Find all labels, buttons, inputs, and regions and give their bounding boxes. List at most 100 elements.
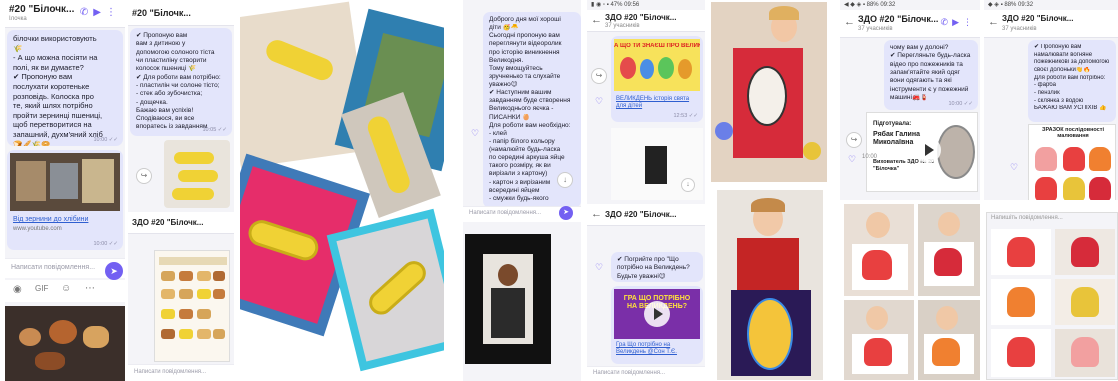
video-link-bubble[interactable]: ГРА ЩО ПОТРІБНО НА ВЕЛИКДЕНЬ? Гра Що пот…	[611, 286, 703, 364]
message-time: 10:00 ✓✓	[93, 240, 118, 247]
sample-title: ЗРАЗОК послідовності малювання	[1042, 127, 1104, 140]
video-message[interactable]: ↓	[611, 128, 703, 200]
like-icon[interactable]: ♡	[848, 154, 856, 165]
chat-title[interactable]: ЗДО #20 "Білочк...	[605, 13, 676, 22]
photo-girl-with-egg[interactable]	[711, 2, 827, 182]
chat-header: #20 "Білочк... Ілочка ✆▶⋮	[5, 0, 125, 28]
video-link-bubble[interactable]: А ЩО ТИ ЗНАЄШ ПРО ВЕЛИКДЕНЬ ВЕЛИКДЕНЬ іс…	[611, 36, 703, 122]
send-button[interactable]: ➤	[105, 262, 123, 280]
chat-screenshot-3: Доброго дня мої хороші діти 🥳🐣 Сьогодні …	[463, 0, 581, 381]
chat-screenshot-2: #20 "Білочк... ✔ Пропоную вам вам з дити…	[128, 0, 234, 381]
message-time: 10:00 ✓✓	[948, 100, 973, 107]
video-title-banner: А ЩО ТИ ЗНАЄШ ПРО ВЕЛИКДЕНЬ	[614, 43, 700, 49]
video-thumbnail[interactable]	[10, 153, 120, 211]
message-time: 12:53 ✓✓	[673, 112, 698, 119]
like-icon[interactable]: ♡	[471, 128, 479, 139]
video-thumbnail[interactable]: А ЩО ТИ ЗНАЄШ ПРО ВЕЛИКДЕНЬ	[614, 39, 700, 91]
chat-title[interactable]: #20 "Білочк...	[9, 4, 74, 15]
handprint-photo-collage: Напишіть повідомлення...	[840, 200, 1118, 381]
chat-header: ← ЗДО #20 "Білочк... 37 учасників ✆▶⋮	[840, 10, 980, 38]
chat-screenshot-5: ◀ ◆ ◈ ▪ 88% 09:32 ← ЗДО #20 "Білочк... 3…	[840, 0, 980, 200]
download-button[interactable]: ↓	[681, 178, 695, 192]
status-bar: ◆ ◈ ▪ 88% 09:32	[988, 2, 1034, 8]
video-card[interactable]: Підготувала: Рябак Галина Миколаївна Вих…	[866, 112, 978, 192]
message-input[interactable]: Написати повідомлення...	[11, 264, 95, 271]
sticker-icon[interactable]: ☺	[61, 283, 71, 294]
status-bar: ▮ ◉ ▫ ▪ 47% 09:56	[591, 2, 640, 8]
more-icon[interactable]: ⋯	[85, 283, 95, 294]
chat-header-2: ← ЗДО #20 "Білочк...	[587, 204, 705, 226]
message-bubble: чому вам у долоні? ✔ Перегляньте будь-ла…	[884, 40, 978, 110]
chat-subtitle: Ілочка	[9, 16, 27, 22]
photo-message[interactable]	[5, 306, 125, 381]
video-link[interactable]: ВЕЛИКДЕНЬ історія свята для дітей	[616, 96, 700, 110]
forward-button[interactable]: ↪	[846, 132, 862, 148]
like-icon[interactable]: ♡	[595, 96, 603, 107]
braid-collage	[240, 0, 444, 381]
chat-screenshot-1: #20 "Білочк... Ілочка ✆▶⋮ білочки викори…	[5, 0, 125, 381]
photo-boy-with-egg[interactable]	[717, 190, 823, 380]
card-prepared-by: Підготувала:	[873, 121, 912, 127]
camera-icon[interactable]: ◉	[13, 284, 22, 295]
status-bar: ◀ ◆ ◈ ▪ 88% 09:32	[844, 2, 896, 8]
back-arrow-icon[interactable]: ←	[844, 16, 855, 28]
attachment-toolbar: ◉ GIF ☺ ⋯	[5, 280, 125, 302]
worksheet-image[interactable]	[154, 250, 230, 362]
message-time: 10:00 ✓✓	[93, 136, 118, 143]
chat-subtitle: 37 учасників	[1002, 26, 1037, 32]
back-arrow-icon[interactable]: ←	[988, 16, 999, 28]
forward-button[interactable]: ↪	[136, 168, 152, 184]
video-message[interactable]	[465, 234, 551, 364]
message-input-bar[interactable]: Написати повідомлення...	[128, 364, 234, 381]
chat-title[interactable]: ЗДО #20 "Білочк...	[132, 218, 203, 227]
gif-icon[interactable]: GIF	[35, 284, 48, 293]
message-bubble: ✔ Пропоную вам вам з дитиною у допомогою…	[130, 28, 232, 136]
video-link[interactable]: Від зернини до хлібини	[13, 216, 88, 225]
photo-message[interactable]	[164, 140, 230, 208]
photo-child-handprint[interactable]	[918, 300, 980, 380]
message-time: 10:05 ✓✓	[202, 126, 227, 133]
photo-child-handprint[interactable]	[918, 204, 980, 296]
chat-header-2: ЗДО #20 "Білочк...	[128, 212, 234, 234]
message-bubble: ✔ Погрийте про "Що потрібно на Великдень…	[611, 252, 703, 282]
chat-title[interactable]: #20 "Білочк...	[132, 8, 191, 18]
like-icon[interactable]: ♡	[1010, 162, 1018, 173]
video-link[interactable]: Гра Що потрібно на Великдень @Сон Т.Є.	[616, 342, 700, 356]
message-input-bar[interactable]: Написати повідомлення...	[587, 366, 705, 381]
chat-subtitle: 37 учасників	[858, 26, 893, 32]
message-input[interactable]: Напишіть повідомлення...	[991, 215, 1063, 221]
video-link-bubble[interactable]: Від зернини до хлібини www.youtube.com 1…	[7, 150, 123, 250]
chat-title[interactable]: ЗДО #20 "Білочк...	[1002, 14, 1073, 23]
scroll-down-button[interactable]: ↓	[557, 172, 573, 188]
chat-screenshot-4: ▮ ◉ ▫ ▪ 47% 09:56 ← ЗДО #20 "Білочк... 3…	[587, 0, 705, 381]
video-link-domain: www.youtube.com	[13, 226, 62, 232]
photo-child-handprint[interactable]	[844, 204, 914, 296]
call-video-icons[interactable]: ✆▶⋮	[941, 17, 976, 28]
photo-child-handprint[interactable]	[844, 300, 914, 380]
sample-image[interactable]: ЗРАЗОК послідовності малювання	[1028, 124, 1116, 208]
chat-subtitle: 37 учасників	[605, 23, 640, 29]
child-photos-easter	[709, 0, 829, 381]
chat-header: ← ЗДО #20 "Білочк... 37 учасників	[587, 10, 705, 32]
play-icon[interactable]	[915, 137, 941, 163]
chat-header: ← ЗДО #20 "Білочк... 37 учасників	[984, 10, 1118, 38]
forward-button[interactable]: ↪	[591, 68, 607, 84]
video-thumbnail[interactable]: ГРА ЩО ПОТРІБНО НА ВЕЛИКДЕНЬ?	[614, 289, 700, 339]
message-input[interactable]: Написати повідомлення...	[593, 370, 665, 376]
chat-title[interactable]: ЗДО #20 "Білочк...	[605, 210, 676, 219]
author-photo	[937, 125, 975, 179]
call-video-icons[interactable]: ✆▶⋮	[80, 7, 121, 18]
chat-screenshot-6: ◆ ◈ ▪ 88% 09:32 ← ЗДО #20 "Білочк... 37 …	[984, 0, 1118, 210]
message-bubble: ✔ Пропоную вам намалювати вогняне пожежн…	[1028, 40, 1116, 122]
message-input[interactable]: Написати повідомлення...	[469, 210, 541, 216]
handprint-chat-grid[interactable]: Напишіть повідомлення...	[986, 212, 1118, 380]
message-bubble: білочки використовують 🌾 - А що можна по…	[7, 30, 123, 146]
play-icon[interactable]	[644, 301, 670, 327]
back-arrow-icon[interactable]: ←	[591, 14, 602, 26]
time-badge: 10:00	[862, 154, 878, 160]
back-arrow-icon[interactable]: ←	[591, 208, 602, 220]
chat-title[interactable]: ЗДО #20 "Білочк...	[858, 14, 938, 24]
like-icon[interactable]: ♡	[595, 262, 603, 273]
message-input[interactable]: Написати повідомлення...	[134, 369, 206, 375]
send-button[interactable]: ➤	[559, 206, 573, 220]
